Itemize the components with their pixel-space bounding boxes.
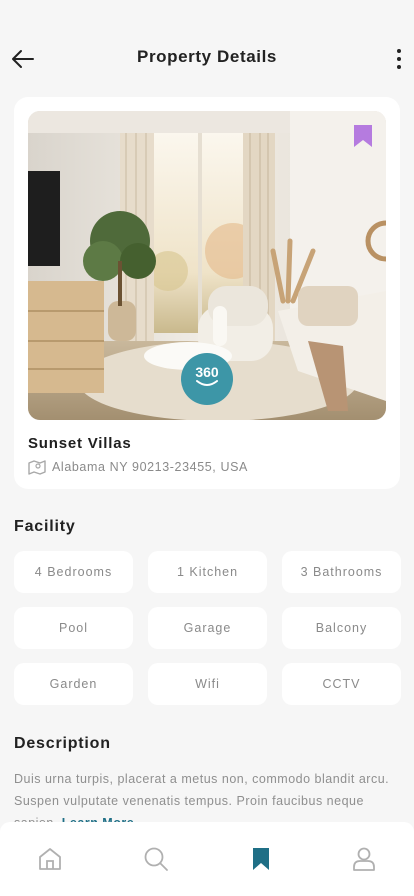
profile-icon	[353, 847, 375, 871]
nav-home[interactable]	[35, 844, 65, 874]
address-text: Alabama NY 90213-23455, USA	[52, 460, 248, 474]
facility-title: Facility	[14, 518, 76, 535]
bottom-nav	[0, 822, 414, 896]
header: Property Details	[0, 0, 414, 100]
view-360-button[interactable]: 360	[181, 353, 233, 405]
smile-arc-icon	[196, 380, 218, 386]
facility-chip-cctv[interactable]: CCTV	[282, 663, 401, 705]
description-title: Description	[14, 735, 111, 752]
home-icon	[39, 848, 61, 870]
facility-chip-kitchen[interactable]: 1 Kitchen	[148, 551, 267, 593]
bookmark-icon	[253, 848, 269, 870]
facility-chip-wifi[interactable]: Wifi	[148, 663, 267, 705]
property-address: Alabama NY 90213-23455, USA	[28, 459, 248, 475]
facility-chip-garage[interactable]: Garage	[148, 607, 267, 649]
facility-chip-garden[interactable]: Garden	[14, 663, 133, 705]
facility-chip-bathrooms[interactable]: 3 Bathrooms	[282, 551, 401, 593]
property-photo[interactable]: 360	[28, 111, 386, 420]
nav-profile[interactable]	[349, 844, 379, 874]
map-icon	[28, 460, 46, 475]
pano-label: 360	[195, 364, 219, 380]
more-options-button[interactable]	[392, 46, 406, 72]
nav-search[interactable]	[141, 844, 171, 874]
property-name: Sunset Villas	[28, 435, 132, 452]
facility-chip-balcony[interactable]: Balcony	[282, 607, 401, 649]
page-title: Property Details	[137, 47, 277, 66]
more-vertical-icon	[397, 49, 401, 53]
property-card: 360 Sunset Villas Alabama NY 90213-23455…	[14, 97, 400, 489]
bookmark-badge-icon[interactable]	[352, 123, 374, 149]
facility-chip-bedrooms[interactable]: 4 Bedrooms	[14, 551, 133, 593]
facility-chip-pool[interactable]: Pool	[14, 607, 133, 649]
nav-saved[interactable]	[246, 844, 276, 874]
facility-grid: 4 Bedrooms 1 Kitchen 3 Bathrooms Pool Ga…	[14, 551, 401, 705]
search-icon	[144, 847, 168, 871]
